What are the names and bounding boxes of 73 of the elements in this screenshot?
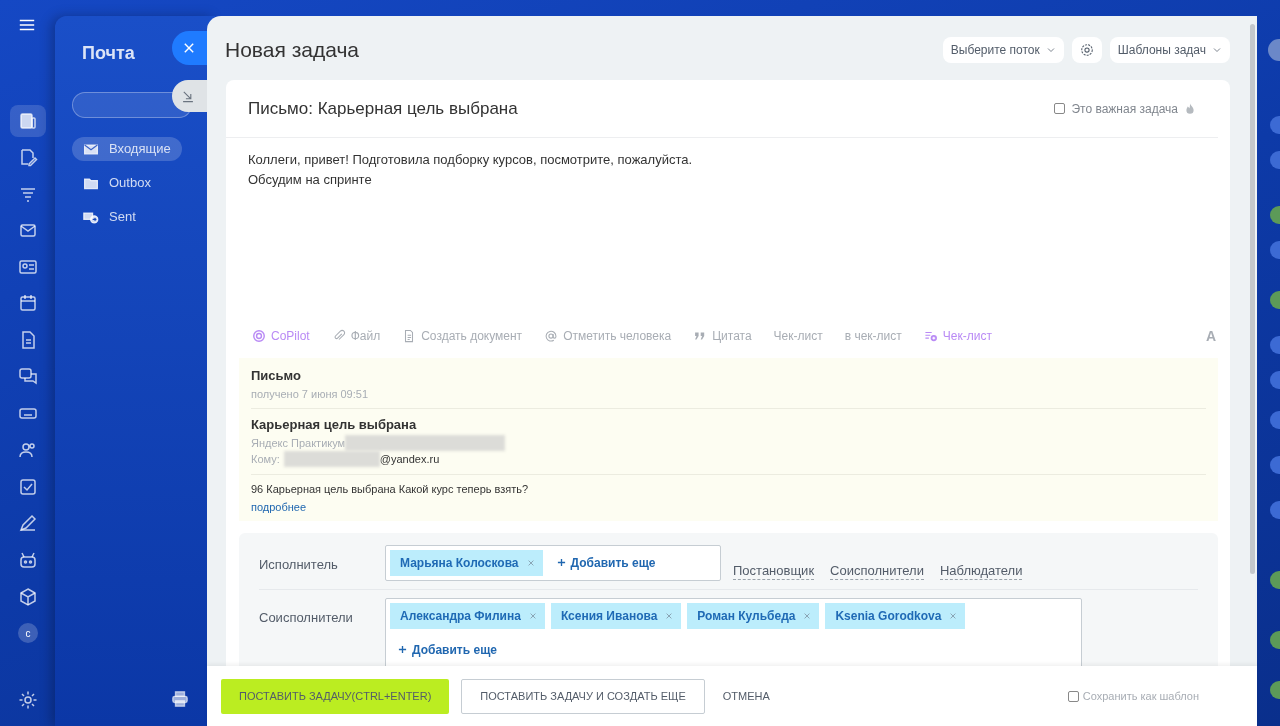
envelope-icon — [83, 141, 99, 157]
panel-title: Новая задача — [225, 37, 360, 63]
collapse-button[interactable] — [172, 80, 207, 112]
checkbox[interactable] — [1067, 690, 1079, 702]
checkbox-icon — [18, 477, 38, 497]
field-label: Исполнитель — [259, 555, 339, 574]
folder-label: Входящие — [109, 140, 171, 159]
robot-icon — [18, 550, 38, 570]
contact-card-icon — [18, 257, 38, 277]
person-tag: Марьяна Колоскова — [390, 549, 543, 576]
email-preview: 96 Карьерная цель выбрана Какой курс теперь взять? — [251, 481, 530, 497]
pencil-icon — [18, 513, 38, 533]
cancel-button[interactable]: ОТМЕНА — [716, 686, 776, 706]
add-button[interactable]: Добавить еще — [548, 549, 664, 576]
checkbox-label: Сохранить как шаблон — [1082, 688, 1199, 704]
role-link[interactable]: Соисполнители — [830, 562, 924, 580]
avatar-badge: c — [18, 623, 38, 643]
chevron-down-icon — [1045, 45, 1056, 55]
field-label: Соисполнители — [259, 608, 354, 627]
envelope-arrow-icon — [83, 209, 99, 225]
task-subject: Письмо: Карьерная цель выбрана — [248, 97, 518, 120]
people-icon — [18, 440, 38, 460]
box-icon — [18, 587, 38, 607]
calendar-icon — [18, 293, 38, 313]
person-tag: Ксения Иванова — [550, 602, 682, 629]
minimize-arrow-icon — [181, 89, 195, 103]
folder-label: Outbox — [109, 174, 151, 193]
submit-button[interactable]: ПОСТАВИТЬ ЗАДАЧУ(CTRL+ENTER) — [221, 678, 450, 714]
scrollbar[interactable] — [1250, 24, 1255, 574]
printer-icon[interactable] — [171, 690, 189, 708]
person-tag: Роман Кульбеда — [687, 602, 820, 629]
chevron-down-icon — [1212, 45, 1222, 55]
panel-title: Почта — [82, 42, 135, 65]
role-link[interactable]: Постановщик — [733, 562, 815, 580]
body-text: Коллеги, привет! Подготовила подборку курсов, посмотрите, пожалуйста. — [248, 151, 694, 169]
recipient-domain: @yandex.ru — [379, 452, 440, 467]
settings-button[interactable] — [1071, 37, 1102, 63]
role-link[interactable]: Наблюдатели — [939, 562, 1023, 580]
document-icon — [18, 111, 38, 131]
nav-item[interactable]: c — [10, 617, 46, 649]
nav-item[interactable] — [10, 105, 46, 137]
mail-folder[interactable]: Sent — [72, 205, 147, 229]
plus-icon — [398, 645, 407, 654]
settings-icon — [1079, 43, 1094, 57]
settings-icon — [18, 690, 38, 710]
mail-folder[interactable]: Входящие — [72, 137, 182, 161]
person-tag: Ksenia Gorodkova — [825, 602, 966, 629]
close-icon — [182, 41, 196, 55]
email-heading: Письмо — [251, 367, 302, 385]
mail-folder[interactable]: Outbox — [72, 171, 162, 195]
body-text: Обсудим на спринте — [248, 171, 373, 189]
close-button[interactable] — [172, 31, 207, 65]
more-link[interactable]: подробнее — [251, 501, 307, 513]
folder-label: Sent — [109, 208, 136, 227]
people-field[interactable]: Марьяна Колоскова Добавить еще — [385, 544, 721, 581]
checklist-plus-icon — [923, 329, 938, 343]
templates-dropdown[interactable]: Шаблоны задач — [1109, 37, 1230, 63]
checkbox[interactable] — [1054, 103, 1066, 114]
email-sender: Яндекс Практикум — [251, 435, 346, 451]
email-subject: Карьерная цель выбрана — [251, 416, 418, 434]
person-tag: Александра Филина — [390, 602, 545, 629]
recipient-label: Кому: — [251, 452, 280, 467]
at-sign-icon — [544, 329, 559, 343]
people-field[interactable]: Александра Филина Ксения Иванова Роман Кульбеда Ksenia Gorodkova Добавить еще — [385, 597, 1082, 666]
folder-icon — [83, 175, 99, 191]
checkbox-label: Это важная задача — [1071, 100, 1178, 118]
chat-icon — [18, 366, 38, 386]
flow-dropdown[interactable]: Выберите поток — [942, 37, 1064, 63]
edit-document-icon — [18, 147, 38, 167]
received-date: получено 7 июня 09:51 — [251, 386, 370, 402]
submit-and-new-button[interactable]: ПОСТАВИТЬ ЗАДАЧУ И СОЗДАТЬ ЕЩЕ — [461, 678, 705, 714]
add-button[interactable]: Добавить еще — [390, 636, 505, 663]
plus-icon — [556, 558, 566, 567]
